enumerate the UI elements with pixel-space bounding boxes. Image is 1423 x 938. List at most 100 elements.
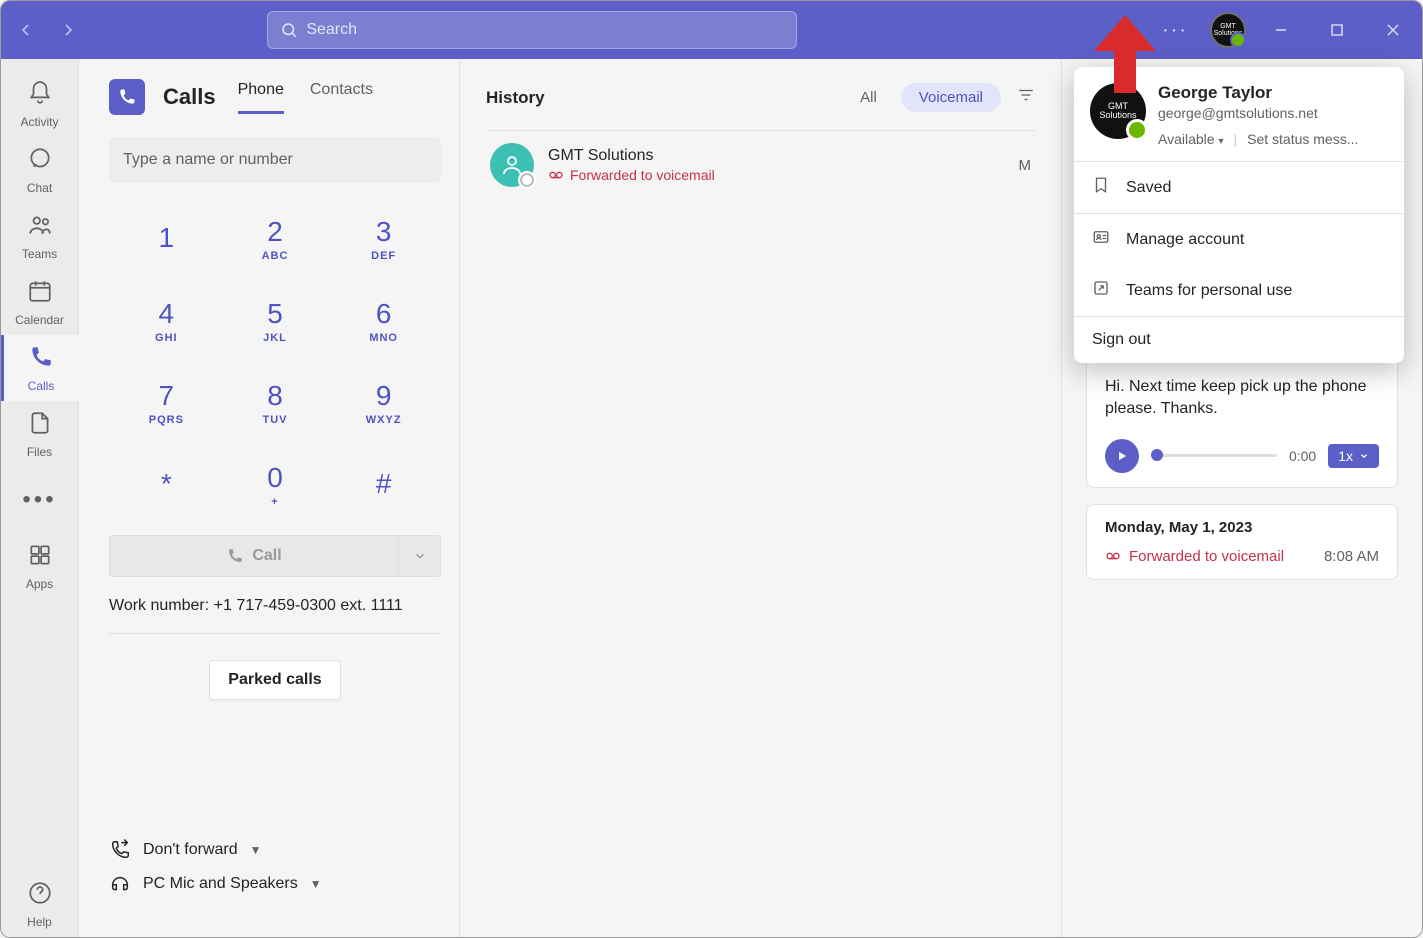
call-button[interactable]: Call [109,535,399,577]
profile-avatar-button[interactable]: GMT Solutions [1210,12,1246,48]
history-filter-voicemail[interactable]: Voicemail [901,83,1001,112]
rail-label: Activity [20,115,58,129]
rail-chat[interactable]: Chat [1,137,79,203]
rail-more[interactable]: ••• [1,467,79,533]
voicemail-progress-slider[interactable] [1151,454,1277,457]
menu-saved[interactable]: Saved [1074,162,1404,213]
rail-help[interactable]: Help [1,871,79,937]
forward-off-icon [109,839,131,861]
rail-calls[interactable]: Calls [1,335,79,401]
filter-icon [1017,86,1035,104]
history-title: History [486,88,545,108]
profile-email: george@gmtsolutions.net [1158,105,1388,121]
calls-app-icon [109,79,145,115]
dialpad-key-3[interactable]: 3DEF [334,207,433,271]
rail-label: Apps [26,577,53,591]
search-placeholder: Search [306,21,357,39]
rail-activity[interactable]: Activity [1,71,79,137]
nav-forward-button[interactable] [51,13,85,47]
phone-icon [226,547,244,565]
history-item-sub: Forwarded to voicemail [570,167,715,183]
rail-label: Help [27,915,52,929]
dialpad-key-7[interactable]: 7PQRS [117,371,216,435]
menu-teams-personal-label: Teams for personal use [1126,282,1292,300]
rail-label: Teams [22,247,57,261]
dialpad-key-4[interactable]: 4GHI [117,289,216,353]
nav-back-button[interactable] [9,13,43,47]
help-icon [27,880,53,913]
window-minimize-button[interactable] [1260,9,1302,51]
titlebar: Search ··· GMT Solutions [1,1,1422,59]
call-log-time: 8:08 AM [1324,548,1379,565]
set-status-message-link[interactable]: Set status mess... [1247,131,1358,147]
voicemail-transcript: Hi. Next time keep pick up the phone ple… [1105,376,1379,421]
calls-phone-panel: Calls Phone Contacts Type a name or numb… [79,59,459,937]
rail-apps[interactable]: Apps [1,533,79,599]
call-log-card: Monday, May 1, 2023 Forwarded to voicema… [1086,504,1398,580]
history-filter-all[interactable]: All [842,83,895,112]
ellipsis-icon: ••• [22,486,56,514]
rail-calendar[interactable]: Calendar [1,269,79,335]
dialpad-key-1[interactable]: 1 [117,207,216,271]
contact-avatar-icon [490,143,534,187]
chevron-down-icon: ▼ [250,843,262,857]
window-close-button[interactable] [1372,9,1414,51]
id-card-icon [1092,228,1112,251]
voicemail-icon [1105,548,1121,564]
dial-name-input[interactable]: Type a name or number [109,137,441,183]
history-item[interactable]: GMT Solutions Forwarded to voicemail M [486,130,1035,199]
forwarding-dropdown[interactable]: Don't forward ▼ [109,839,441,861]
chevron-down-icon [1359,451,1369,461]
dial-name-placeholder: Type a name or number [123,151,293,169]
headset-icon [109,873,131,895]
speed-label: 1x [1338,448,1353,464]
phone-icon [28,344,54,377]
dialpad-key-2[interactable]: 2ABC [226,207,325,271]
menu-teams-personal[interactable]: Teams for personal use [1074,265,1404,316]
history-item-name: GMT Solutions [548,147,1005,165]
menu-sign-out-label: Sign out [1092,331,1151,349]
tab-contacts[interactable]: Contacts [310,81,373,114]
rail-label: Files [27,445,52,459]
apps-icon [27,542,53,575]
parked-calls-button[interactable]: Parked calls [209,660,340,700]
file-icon [27,410,53,443]
dialpad-key-8[interactable]: 8TUV [226,371,325,435]
voicemail-icon [548,167,564,183]
filter-button[interactable] [1017,86,1035,109]
global-search-input[interactable]: Search [267,11,797,49]
more-options-button[interactable]: ··· [1154,9,1196,51]
profile-menu-popup: GMT Solutions George Taylor george@gmtso… [1074,67,1404,363]
calls-title: Calls [163,84,216,110]
profile-avatar-icon: GMT Solutions [1090,83,1146,139]
voicemail-speed-dropdown[interactable]: 1x [1328,444,1379,468]
dialpad-key-star[interactable]: * [117,453,216,517]
rail-files[interactable]: Files [1,401,79,467]
dialpad-key-hash[interactable]: # [334,453,433,517]
rail-label: Calendar [15,313,64,327]
play-voicemail-button[interactable] [1105,439,1139,473]
rail-label: Chat [27,181,52,195]
menu-manage-account-label: Manage account [1126,231,1244,249]
dialpad: 1 2ABC 3DEF 4GHI 5JKL 6MNO 7PQRS 8TUV 9W… [117,207,433,517]
audio-device-dropdown[interactable]: PC Mic and Speakers ▼ [109,873,441,895]
menu-sign-out[interactable]: Sign out [1074,317,1404,363]
dialpad-key-9[interactable]: 9WXYZ [334,371,433,435]
rail-teams[interactable]: Teams [1,203,79,269]
call-log-status: Forwarded to voicemail [1129,548,1284,565]
dialpad-key-0[interactable]: 0+ [226,453,325,517]
chevron-down-icon: ▼ [310,877,322,891]
menu-saved-label: Saved [1126,179,1171,197]
dialpad-key-5[interactable]: 5JKL [226,289,325,353]
voicemail-time: 0:00 [1289,448,1316,464]
call-log-date: Monday, May 1, 2023 [1105,519,1379,536]
window-maximize-button[interactable] [1316,9,1358,51]
tab-phone[interactable]: Phone [238,81,284,114]
history-item-day: M [1019,157,1032,174]
presence-status-dropdown[interactable]: Available ▾ [1158,131,1223,147]
dialpad-key-6[interactable]: 6MNO [334,289,433,353]
people-icon [27,212,53,245]
calendar-icon [27,278,53,311]
call-options-dropdown[interactable] [399,535,441,577]
menu-manage-account[interactable]: Manage account [1074,214,1404,265]
